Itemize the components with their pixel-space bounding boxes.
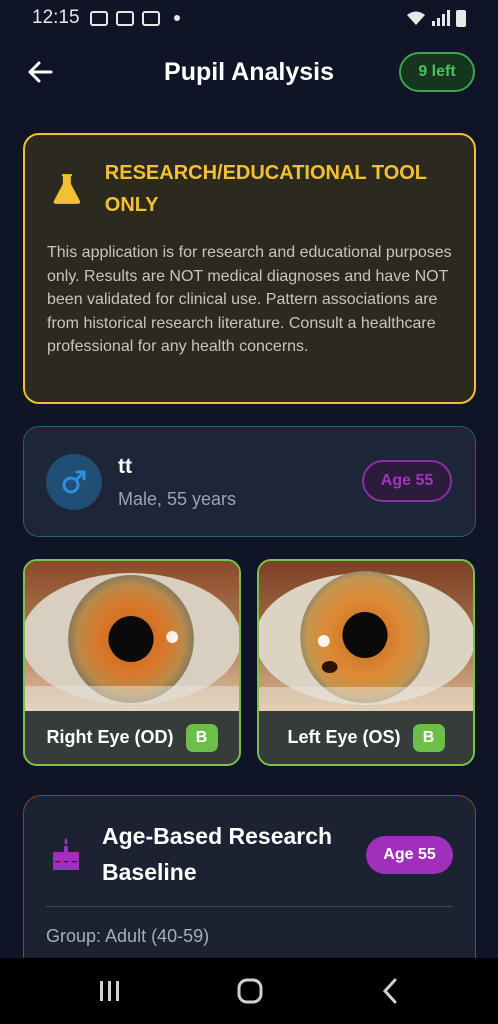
status-time: 12:15 <box>32 7 80 28</box>
app-header: Pupil Analysis 9 left <box>0 50 498 96</box>
patient-name: tt <box>118 455 132 478</box>
baseline-age-badge: Age 55 <box>366 836 453 874</box>
right-eye-grade-badge: B <box>185 723 218 752</box>
baseline-title: Age-Based Research Baseline <box>102 823 333 885</box>
left-eye-footer: Left Eye (OS) B <box>259 711 473 764</box>
patient-details: Male, 55 years <box>118 489 237 509</box>
system-navigation-bar <box>0 958 498 1024</box>
cake-icon <box>53 838 79 870</box>
patient-age-badge: Age 55 <box>362 460 452 502</box>
research-disclaimer-card: RESEARCH/EDUCATIONAL TOOL ONLY This appl… <box>23 133 476 404</box>
right-eye-label: Right Eye (OD) <box>46 727 174 747</box>
left-eye-label: Left Eye (OS) <box>287 727 401 747</box>
chevron-left-icon <box>382 978 397 1004</box>
right-eye-footer: Right Eye (OD) B <box>25 711 239 764</box>
more-notifications-icon <box>173 15 180 21</box>
patient-card[interactable]: tt Male, 55 years Age 55 <box>23 426 476 537</box>
calendar-icon <box>141 10 160 26</box>
divider <box>46 906 453 907</box>
disclaimer-body: This application is for research and edu… <box>47 244 452 355</box>
disclaimer-title: RESEARCH/EDUCATIONAL TOOL ONLY <box>104 162 427 216</box>
left-eye-card[interactable]: Left Eye (OS) B <box>257 559 475 766</box>
male-symbol-icon <box>62 470 86 494</box>
right-eye-image <box>25 561 239 713</box>
signal-icon <box>432 10 450 26</box>
recent-apps-icon <box>100 981 119 1001</box>
recent-apps-button[interactable] <box>90 976 130 1006</box>
right-eye-card[interactable]: Right Eye (OD) B <box>23 559 241 766</box>
gallery-icon <box>89 10 108 26</box>
analyses-remaining-badge: 9 left <box>399 52 475 92</box>
left-eye-grade-badge: B <box>412 723 445 752</box>
home-button[interactable] <box>230 976 270 1006</box>
system-back-button[interactable] <box>370 976 410 1006</box>
status-bar: 12:15 <box>0 0 498 36</box>
notification-icons <box>89 10 180 26</box>
home-icon <box>237 978 263 1004</box>
wifi-icon <box>407 11 425 25</box>
system-icons <box>406 9 466 27</box>
flask-icon <box>53 174 81 204</box>
age-group-text: Group: Adult (40-59) <box>46 926 210 946</box>
avatar <box>46 454 102 510</box>
left-eye-image <box>259 561 473 713</box>
message-icon <box>115 10 134 26</box>
battery-icon <box>456 9 466 27</box>
